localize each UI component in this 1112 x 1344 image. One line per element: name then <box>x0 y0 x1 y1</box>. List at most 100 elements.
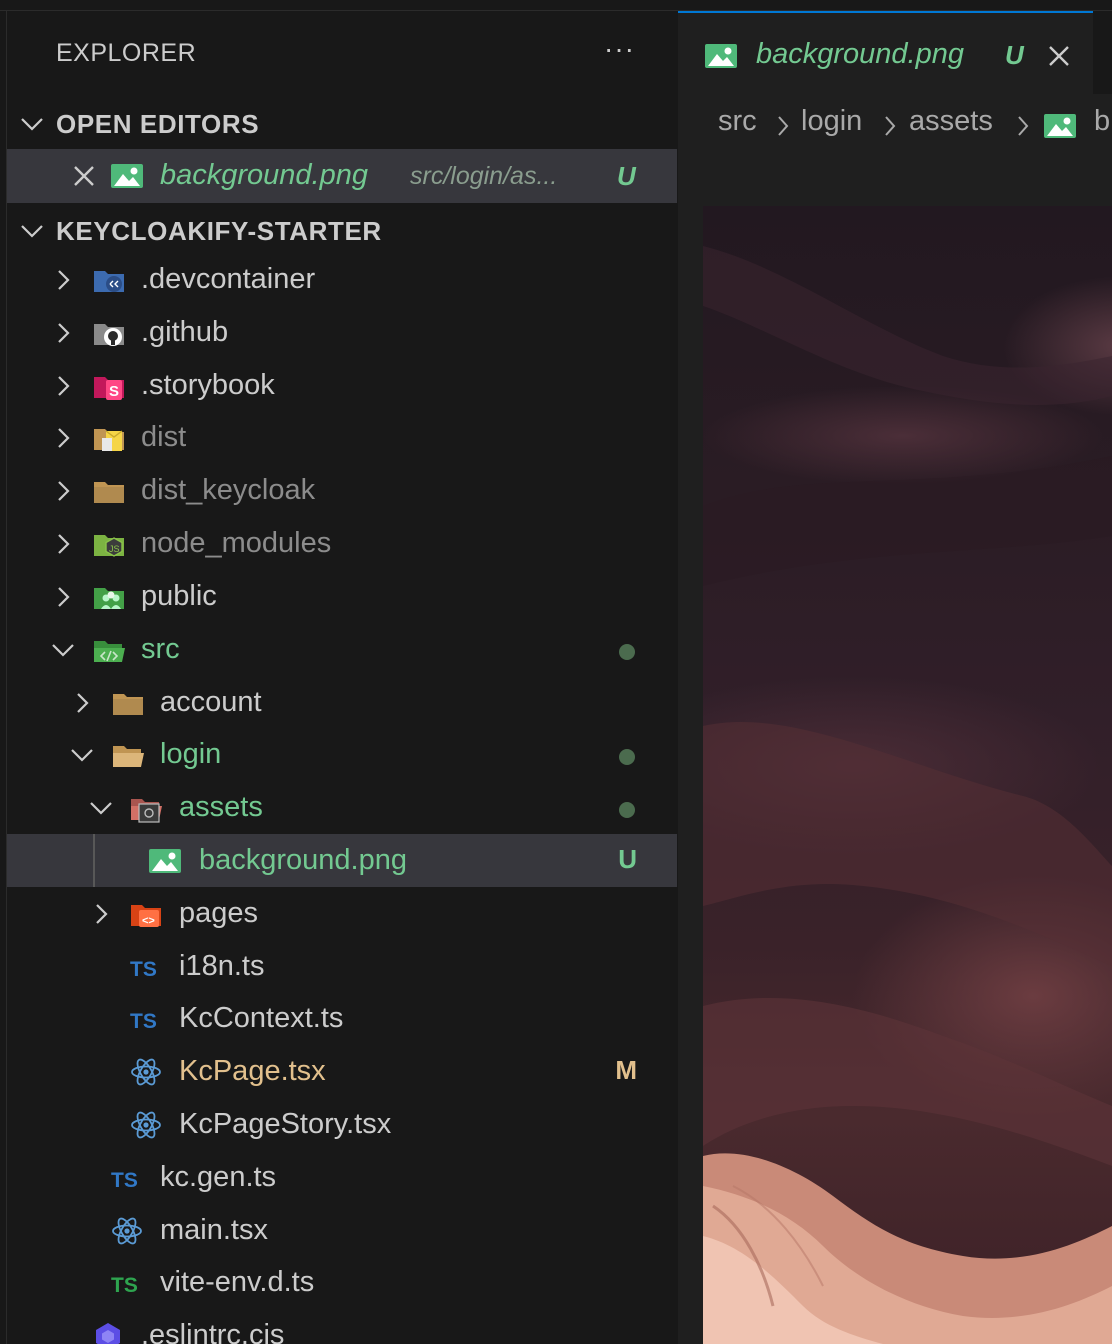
close-icon[interactable] <box>71 163 97 189</box>
chevron-right-icon <box>88 901 114 927</box>
folder-icon <box>111 687 145 719</box>
breadcrumb-assets[interactable]: assets <box>909 105 993 138</box>
tree-item-label: .eslintrc.cjs <box>141 1319 285 1344</box>
typescript-icon <box>110 1162 144 1194</box>
tree-item-label: login <box>160 738 222 770</box>
chevron-right-icon <box>50 373 76 399</box>
chevron-down-icon <box>50 637 76 663</box>
tree-item-label: pages <box>179 897 259 929</box>
tree-item-node-modules[interactable]: JS node_modules <box>7 517 677 570</box>
tree-item-devcontainer[interactable]: .devcontainer <box>7 253 677 306</box>
tree-item-dist[interactable]: dist <box>7 411 677 464</box>
chevron-right-icon <box>1018 116 1029 136</box>
tree-item-vite-env-d-ts[interactable]: vite-env.d.ts <box>7 1256 677 1309</box>
git-status-badge: U <box>618 844 637 874</box>
chevron-down-icon <box>88 795 114 821</box>
explorer-title: EXPLORER <box>56 39 197 67</box>
tree-item-src[interactable]: src <box>7 623 677 676</box>
breadcrumb: src login assets b <box>678 95 1112 149</box>
typescript-def-icon <box>110 1267 144 1299</box>
more-actions-icon[interactable]: ··· <box>604 33 635 65</box>
tree-item-eslintrc-cjs[interactable]: .eslintrc.cjs <box>7 1309 677 1344</box>
storybook-folder-icon: S <box>94 377 124 400</box>
image-file-icon <box>1043 111 1077 141</box>
tree-item-kcpage-tsx[interactable]: KcPage.tsx M <box>7 1045 677 1098</box>
tree-item-label: KcContext.ts <box>179 1002 344 1034</box>
explorer-sidebar: EXPLORER ··· OPEN EDITORS background.png… <box>7 11 677 1344</box>
image-file-icon <box>704 41 738 71</box>
tree-item-dist-keycloak[interactable]: dist_keycloak <box>7 464 677 517</box>
image-preview <box>703 206 1112 1344</box>
tree-item-label: background.png <box>199 844 407 876</box>
tree-item-github[interactable]: .github <box>7 306 677 359</box>
tree-item-storybook[interactable]: S .storybook <box>7 359 677 412</box>
git-status-badge: M <box>615 1055 637 1085</box>
chevron-right-icon <box>778 116 789 136</box>
react-icon <box>129 1056 163 1088</box>
open-editor-item[interactable]: background.png src/login/as... U <box>7 149 677 203</box>
chevron-right-icon <box>50 267 76 293</box>
tree-item-label: i18n.ts <box>179 950 265 982</box>
pages-folder-icon: <> <box>131 905 161 927</box>
tree-item-label: src <box>141 633 180 665</box>
tree-item-main-tsx[interactable]: main.tsx <box>7 1204 677 1257</box>
tree-item-kcpagestory-tsx[interactable]: KcPageStory.tsx <box>7 1098 677 1151</box>
modified-dot-indicator <box>619 802 635 818</box>
open-editor-name: background.png <box>160 159 368 191</box>
tree-item-label: KcPage.tsx <box>179 1055 326 1087</box>
assets-folder-icon <box>131 799 162 823</box>
tree-item-kc-gen-ts[interactable]: kc.gen.ts <box>7 1151 677 1204</box>
folder-icon <box>92 475 126 507</box>
indent-guide <box>93 834 95 887</box>
tree-item-background-png[interactable]: background.png U <box>7 834 677 887</box>
chevron-right-icon <box>50 531 76 557</box>
tree-item-label: KcPageStory.tsx <box>179 1108 392 1140</box>
chevron-down-icon <box>19 218 45 244</box>
close-icon[interactable] <box>1046 43 1072 69</box>
chevron-right-icon <box>69 690 95 716</box>
image-file-icon <box>148 845 182 877</box>
open-editors-label: OPEN EDITORS <box>56 109 260 139</box>
node-folder-icon: JS <box>94 535 124 557</box>
modified-dot-indicator <box>619 644 635 660</box>
tab-bar: background.png U <box>678 11 1112 96</box>
git-status-badge: U <box>617 161 636 191</box>
svg-text:JS: JS <box>109 544 120 554</box>
chevron-right-icon <box>50 425 76 451</box>
tree-item-label: .devcontainer <box>141 263 316 295</box>
tree-item-label: dist_keycloak <box>141 474 316 506</box>
tree-item-login[interactable]: login <box>7 728 677 781</box>
tree-item-public[interactable]: public <box>7 570 677 623</box>
workspace-label: KEYCLOAKIFY-STARTER <box>56 216 382 246</box>
chevron-down-icon <box>19 111 45 137</box>
open-editors-section[interactable]: OPEN EDITORS <box>7 97 677 149</box>
tree-item-label: public <box>141 580 217 612</box>
canyon-image <box>703 246 1112 1344</box>
tree-item-label: dist <box>141 421 187 453</box>
tree-item-account[interactable]: account <box>7 676 677 729</box>
git-status-badge: U <box>1005 40 1024 70</box>
breadcrumb-src[interactable]: src <box>718 105 757 138</box>
tab-background-png[interactable]: background.png U <box>678 11 1093 96</box>
breadcrumb-file[interactable]: b <box>1094 105 1110 138</box>
folder-open-icon <box>111 739 145 771</box>
tree-item-assets[interactable]: assets <box>7 781 677 834</box>
tree-item-pages[interactable]: <> pages <box>7 887 677 940</box>
tree-item-label: assets <box>179 791 263 823</box>
tree-item-label: main.tsx <box>160 1214 268 1246</box>
github-folder-icon <box>94 324 124 346</box>
typescript-icon <box>129 951 163 983</box>
svg-text:S: S <box>109 383 119 400</box>
tree-item-i18n-ts[interactable]: i18n.ts <box>7 940 677 993</box>
tree-item-label: .github <box>141 316 229 348</box>
workspace-section[interactable]: KEYCLOAKIFY-STARTER <box>7 204 677 256</box>
chevron-down-icon <box>69 742 95 768</box>
tree-item-label: node_modules <box>141 527 332 559</box>
eslint-icon <box>96 1323 120 1344</box>
breadcrumb-login[interactable]: login <box>801 105 862 138</box>
chevron-right-icon <box>50 320 76 346</box>
chevron-right-icon <box>50 478 76 504</box>
tree-item-kccontext-ts[interactable]: KcContext.ts <box>7 992 677 1045</box>
tree-item-label: kc.gen.ts <box>160 1161 277 1193</box>
typescript-icon <box>129 1003 163 1035</box>
